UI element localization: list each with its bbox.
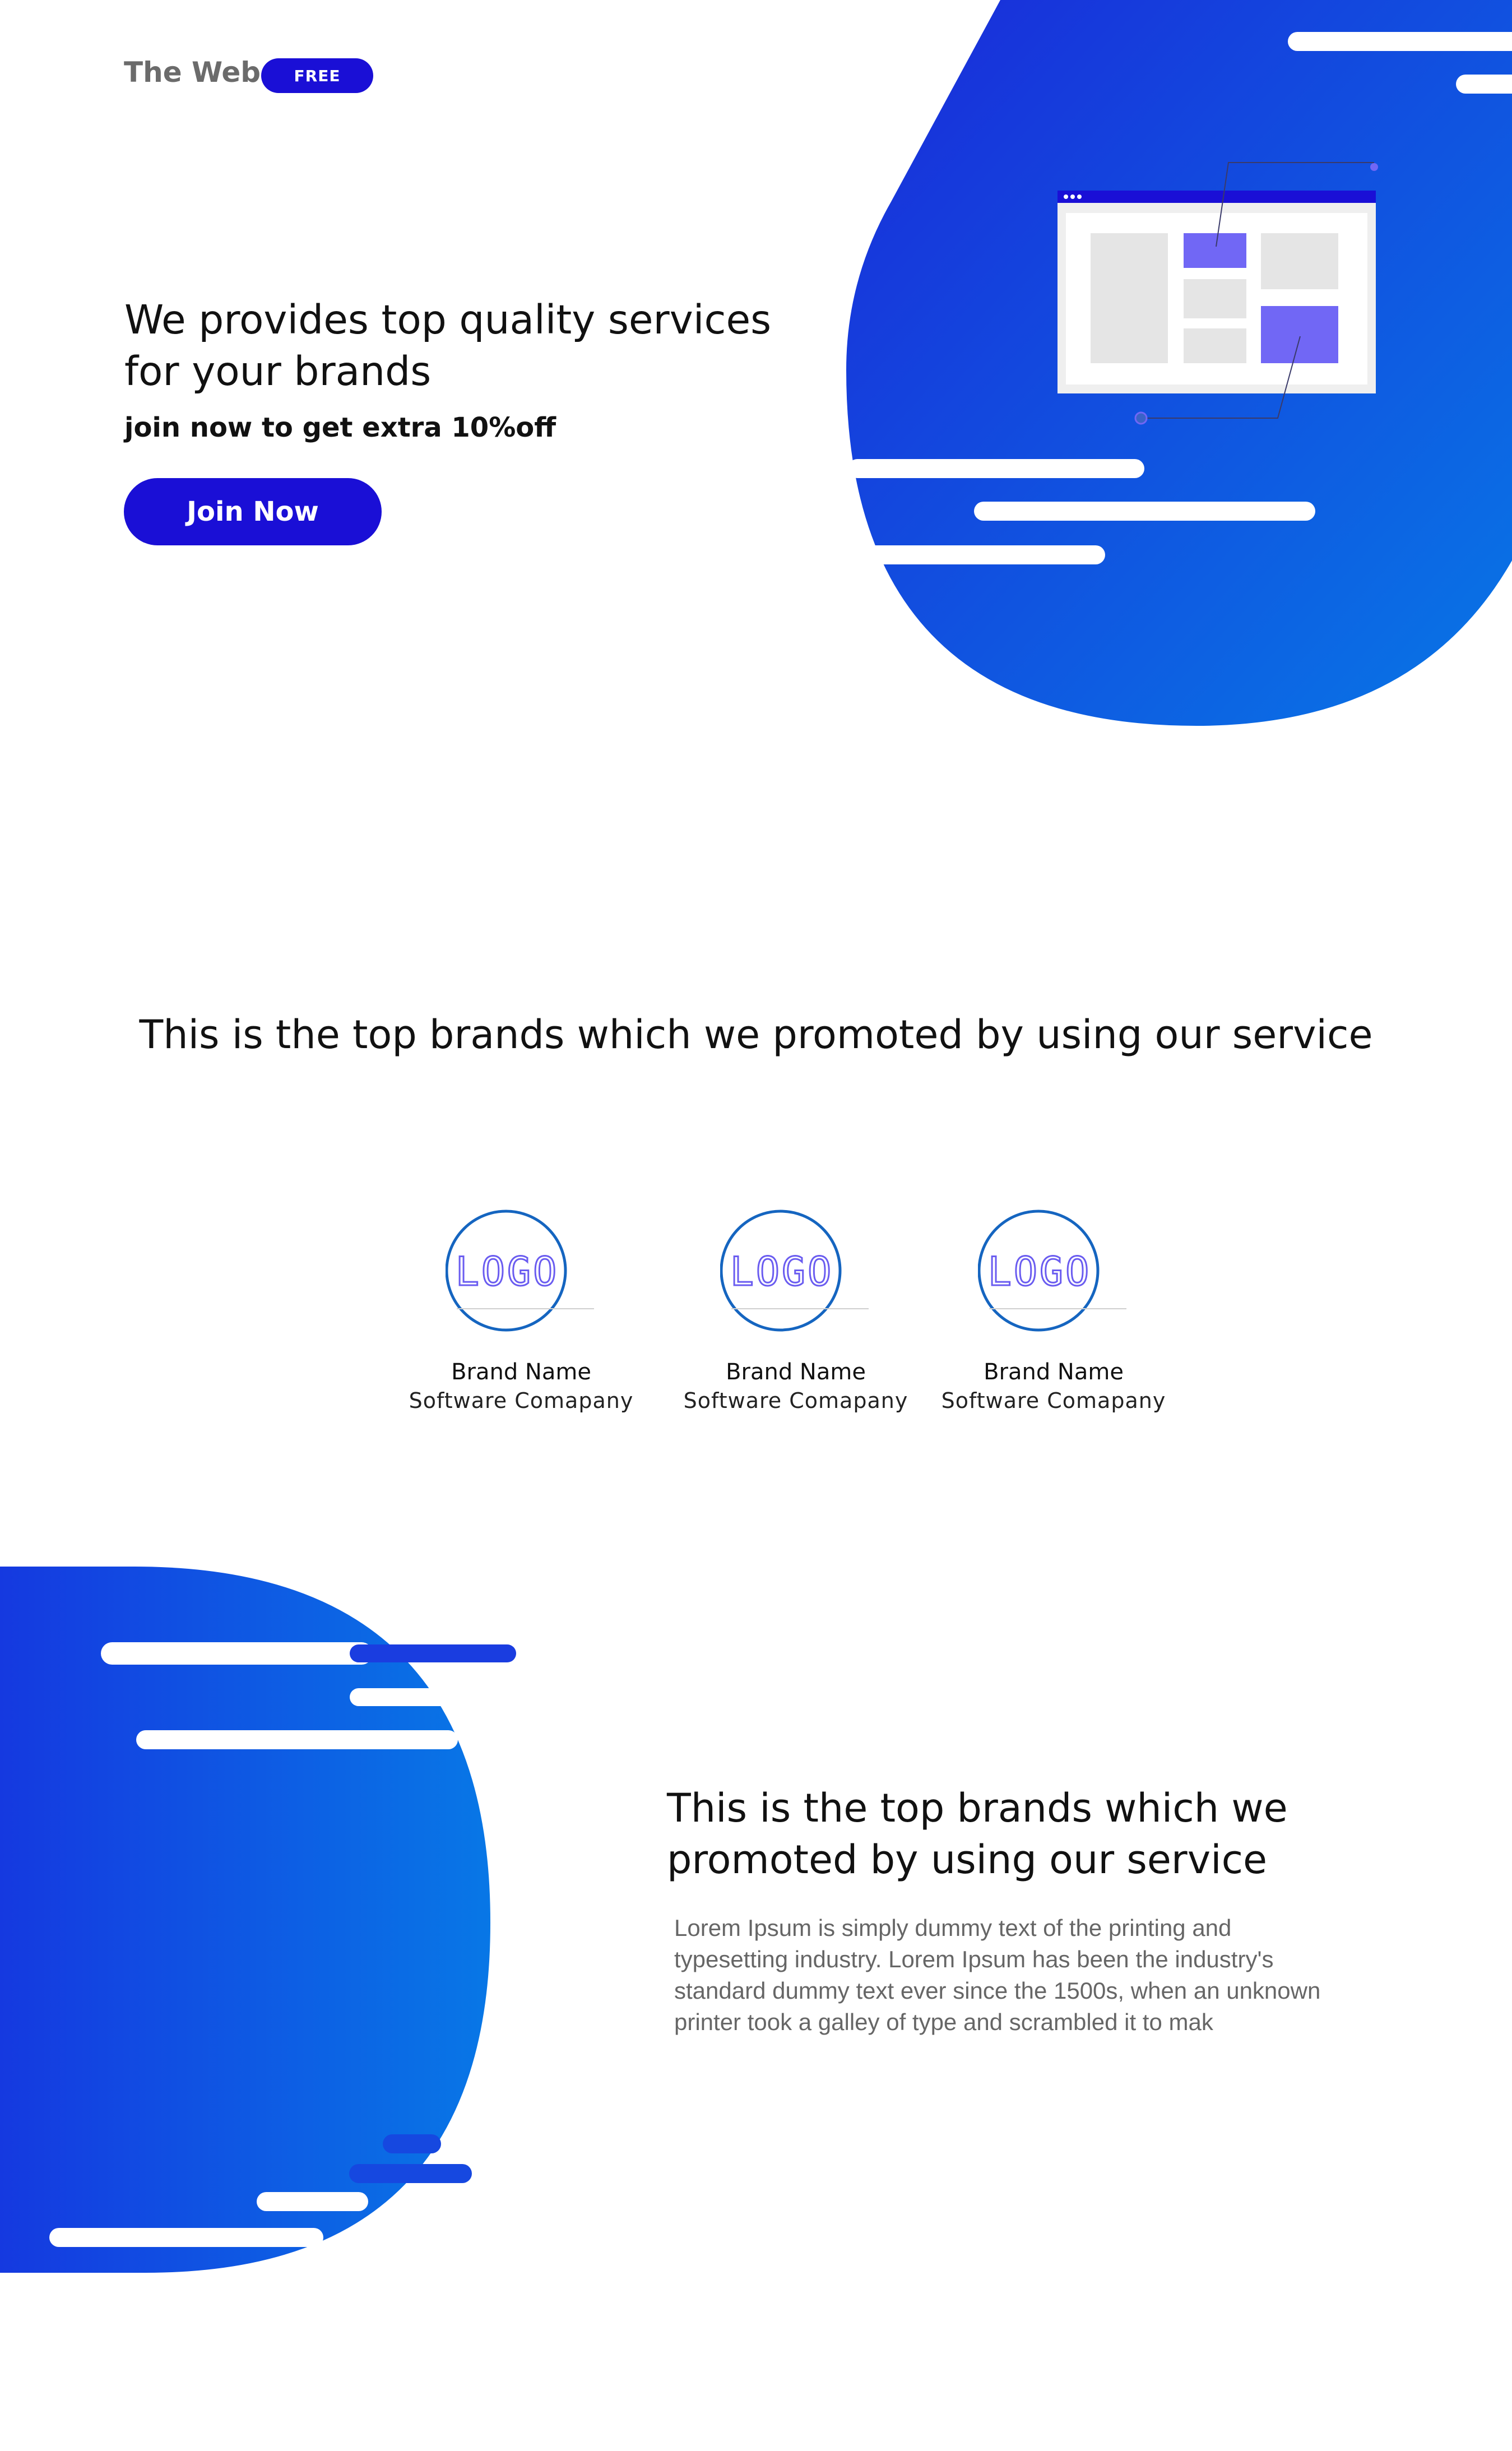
browser-window-illustration-icon	[1058, 162, 1378, 425]
brand-name: Brand Name	[451, 1359, 591, 1385]
logo-circle-icon: LOGO	[720, 1210, 869, 1332]
info-section-body: Lorem Ipsum is simply dummy text of the …	[674, 1915, 1321, 2035]
logo-text: LOGO	[730, 1249, 834, 1295]
hero-heading: We provides top quality services for you…	[124, 296, 772, 395]
brand-title: The Web	[124, 56, 261, 89]
join-now-button[interactable]: Join Now	[124, 478, 382, 545]
logo-circle-icon: LOGO	[445, 1210, 594, 1332]
logo-text: LOGO	[456, 1249, 559, 1295]
brand-card: LOGO Brand Name Software Comapany	[930, 1208, 1177, 1413]
brand-name: Brand Name	[726, 1359, 866, 1385]
info-section-heading: This is the top brands which we promoted…	[667, 1785, 1288, 1883]
info-blob-decoration	[0, 1567, 516, 2273]
free-badge[interactable]: FREE	[261, 58, 373, 93]
brand-company: Software Comapany	[941, 1388, 1166, 1413]
logo-text: LOGO	[988, 1249, 1092, 1295]
brands-section-heading: This is the top brands which we promoted…	[139, 1012, 1373, 1058]
brand-card: LOGO Brand Name Software Comapany	[398, 1208, 644, 1413]
logo-circle-icon: LOGO	[977, 1210, 1126, 1332]
brand-company: Software Comapany	[409, 1388, 634, 1413]
brand-company: Software Comapany	[683, 1388, 908, 1413]
hero-subheading: join now to get extra 10%off	[124, 412, 556, 443]
brand-card: LOGO Brand Name Software Comapany	[672, 1208, 919, 1413]
brand-name: Brand Name	[984, 1359, 1124, 1385]
